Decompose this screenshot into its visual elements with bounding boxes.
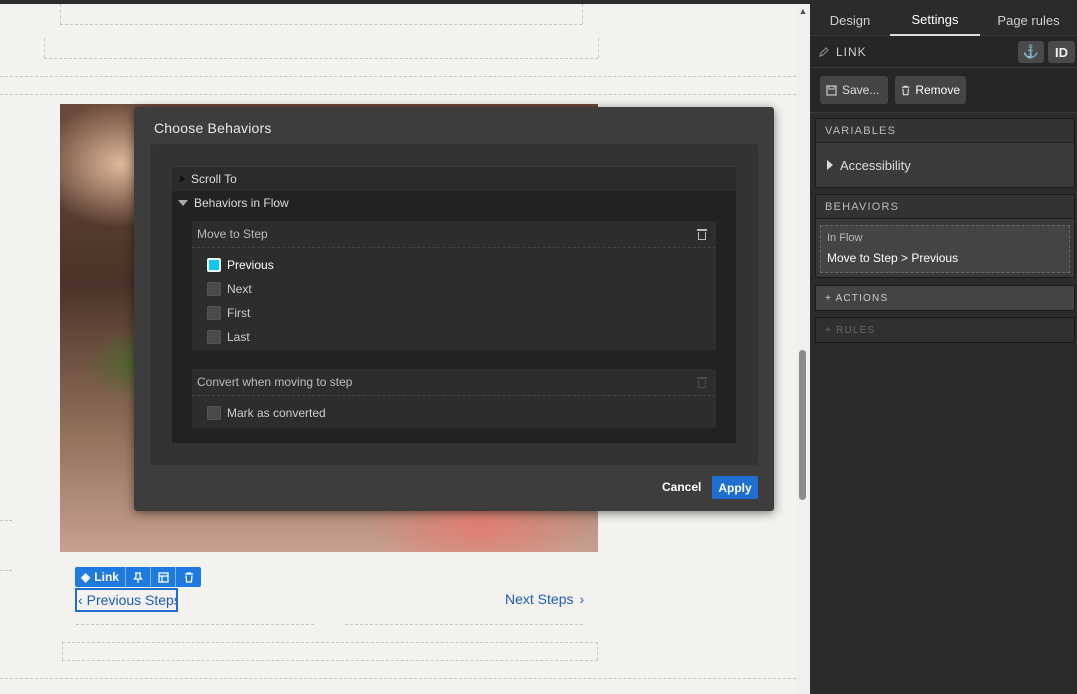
option-mark-as-converted[interactable]: Mark as converted: [192, 401, 716, 425]
guide-line: [62, 642, 598, 643]
checkbox-icon[interactable]: [207, 306, 221, 320]
option-label: Previous: [227, 258, 274, 272]
panel-tabs: Design Settings Page rules: [810, 4, 1077, 36]
checkbox-icon[interactable]: [207, 282, 221, 296]
scroll-up-icon[interactable]: ▲: [797, 6, 809, 16]
behavior-group-scroll-to[interactable]: Scroll To: [172, 166, 736, 191]
guide-line: [44, 38, 45, 58]
behavior-list: Scroll To Behaviors in Flow Move to Step…: [172, 166, 736, 443]
behavior-group-label: Scroll To: [191, 172, 237, 186]
trash-icon: [901, 85, 910, 95]
element-toolbar: ◈ Link: [75, 567, 201, 587]
delete-icon[interactable]: [176, 567, 201, 587]
element-title: LINK: [836, 44, 867, 59]
canvas-scrollbar[interactable]: ▲: [796, 4, 810, 694]
option-label: Last: [227, 330, 250, 344]
remove-button[interactable]: Remove: [895, 76, 966, 104]
element-header: LINK ⚓ ID: [810, 36, 1077, 68]
behavior-card-title: Move to Step > Previous: [827, 251, 959, 265]
guide-line: [345, 624, 583, 625]
save-icon: [826, 84, 837, 96]
option-next[interactable]: Next: [192, 277, 716, 301]
chevron-left-icon: ‹: [78, 592, 83, 608]
card-title: Move to Step: [197, 227, 268, 241]
guide-line: [0, 76, 796, 77]
layout-icon[interactable]: [151, 567, 176, 587]
actions-section[interactable]: + ACTIONS: [815, 285, 1075, 311]
trash-icon[interactable]: [696, 228, 708, 240]
option-label: Next: [227, 282, 252, 296]
trash-icon: [696, 376, 708, 388]
checkbox-icon[interactable]: [207, 330, 221, 344]
guide-line: [76, 624, 314, 625]
checkbox-icon[interactable]: [207, 406, 221, 420]
remove-label: Remove: [915, 83, 960, 97]
anchor-icon[interactable]: ⚓: [1018, 41, 1044, 63]
guide-line: [62, 660, 598, 661]
move-to-step-card: Move to Step Previous Next First Last: [192, 221, 716, 350]
layers-icon: ◈: [81, 570, 91, 584]
caret-right-icon: [180, 175, 185, 183]
option-label: First: [227, 306, 251, 320]
behavior-group-label: Behaviors in Flow: [194, 196, 289, 210]
guide-line: [598, 38, 599, 58]
dialog-body: Scroll To Behaviors in Flow Move to Step…: [150, 144, 758, 465]
dialog-title: Choose Behaviors: [154, 120, 272, 136]
accessibility-toggle[interactable]: Accessibility: [816, 143, 1074, 187]
guide-line: [62, 642, 63, 660]
caret-down-icon: [178, 200, 188, 206]
behavior-card-subtitle: In Flow: [827, 232, 863, 244]
guide-line: [0, 94, 796, 95]
guide-line: [44, 58, 598, 59]
preset-actions: Save... Remove: [810, 68, 1077, 113]
guide-line: [597, 642, 598, 660]
variables-section: VARIABLES Accessibility: [815, 118, 1075, 188]
next-steps-label: Next Steps: [505, 591, 574, 607]
tab-design[interactable]: Design: [810, 4, 890, 36]
guide-line: [0, 570, 12, 571]
guide-line: [582, 4, 583, 24]
behavior-group-in-flow[interactable]: Behaviors in Flow: [172, 191, 736, 215]
guide-line: [60, 24, 582, 25]
option-previous[interactable]: Previous: [192, 253, 716, 277]
element-type-link[interactable]: ◈ Link: [75, 567, 126, 587]
tab-settings[interactable]: Settings: [890, 4, 980, 36]
card-title: Convert when moving to step: [197, 375, 353, 389]
previous-steps-link[interactable]: ‹ Previous Steps: [75, 588, 178, 612]
behavior-card[interactable]: In Flow Move to Step > Previous: [820, 225, 1070, 273]
save-label: Save...: [842, 83, 880, 97]
id-button[interactable]: ID: [1048, 41, 1075, 63]
next-steps-link[interactable]: Next Steps ›: [505, 591, 584, 607]
pencil-icon: [819, 46, 829, 57]
convert-card: Convert when moving to step Mark as conv…: [192, 369, 716, 428]
rules-section[interactable]: + RULES: [815, 317, 1075, 343]
guide-line: [0, 678, 796, 679]
behaviors-section: BEHAVIORS In Flow Move to Step > Previou…: [815, 194, 1075, 278]
guide-line: [60, 4, 61, 24]
caret-right-icon: [827, 160, 833, 170]
section-title: BEHAVIORS: [816, 195, 1074, 219]
scrollbar-thumb[interactable]: [799, 350, 806, 500]
chevron-right-icon: ›: [579, 591, 585, 607]
previous-steps-label: Previous Steps: [86, 592, 178, 608]
option-last[interactable]: Last: [192, 325, 716, 349]
option-first[interactable]: First: [192, 301, 716, 325]
page-canvas: ◈ Link ‹ Previous Steps Next Steps › Cho…: [0, 0, 796, 694]
tab-page-rules[interactable]: Page rules: [980, 4, 1077, 36]
option-label: Mark as converted: [227, 406, 326, 420]
pin-icon[interactable]: [126, 567, 151, 587]
cancel-button[interactable]: Cancel: [662, 480, 701, 494]
top-strip: [0, 0, 810, 4]
section-title: VARIABLES: [816, 119, 1074, 143]
element-type-label: Link: [94, 570, 119, 584]
accessibility-label: Accessibility: [840, 157, 911, 173]
checkbox-checked-icon[interactable]: [207, 258, 221, 272]
apply-button[interactable]: Apply: [712, 476, 758, 499]
save-button[interactable]: Save...: [820, 76, 888, 104]
settings-panel: Design Settings Page rules LINK ⚓ ID Sav…: [810, 0, 1077, 694]
guide-line: [0, 520, 12, 521]
choose-behaviors-dialog: Choose Behaviors Scroll To Behaviors in …: [134, 107, 774, 511]
